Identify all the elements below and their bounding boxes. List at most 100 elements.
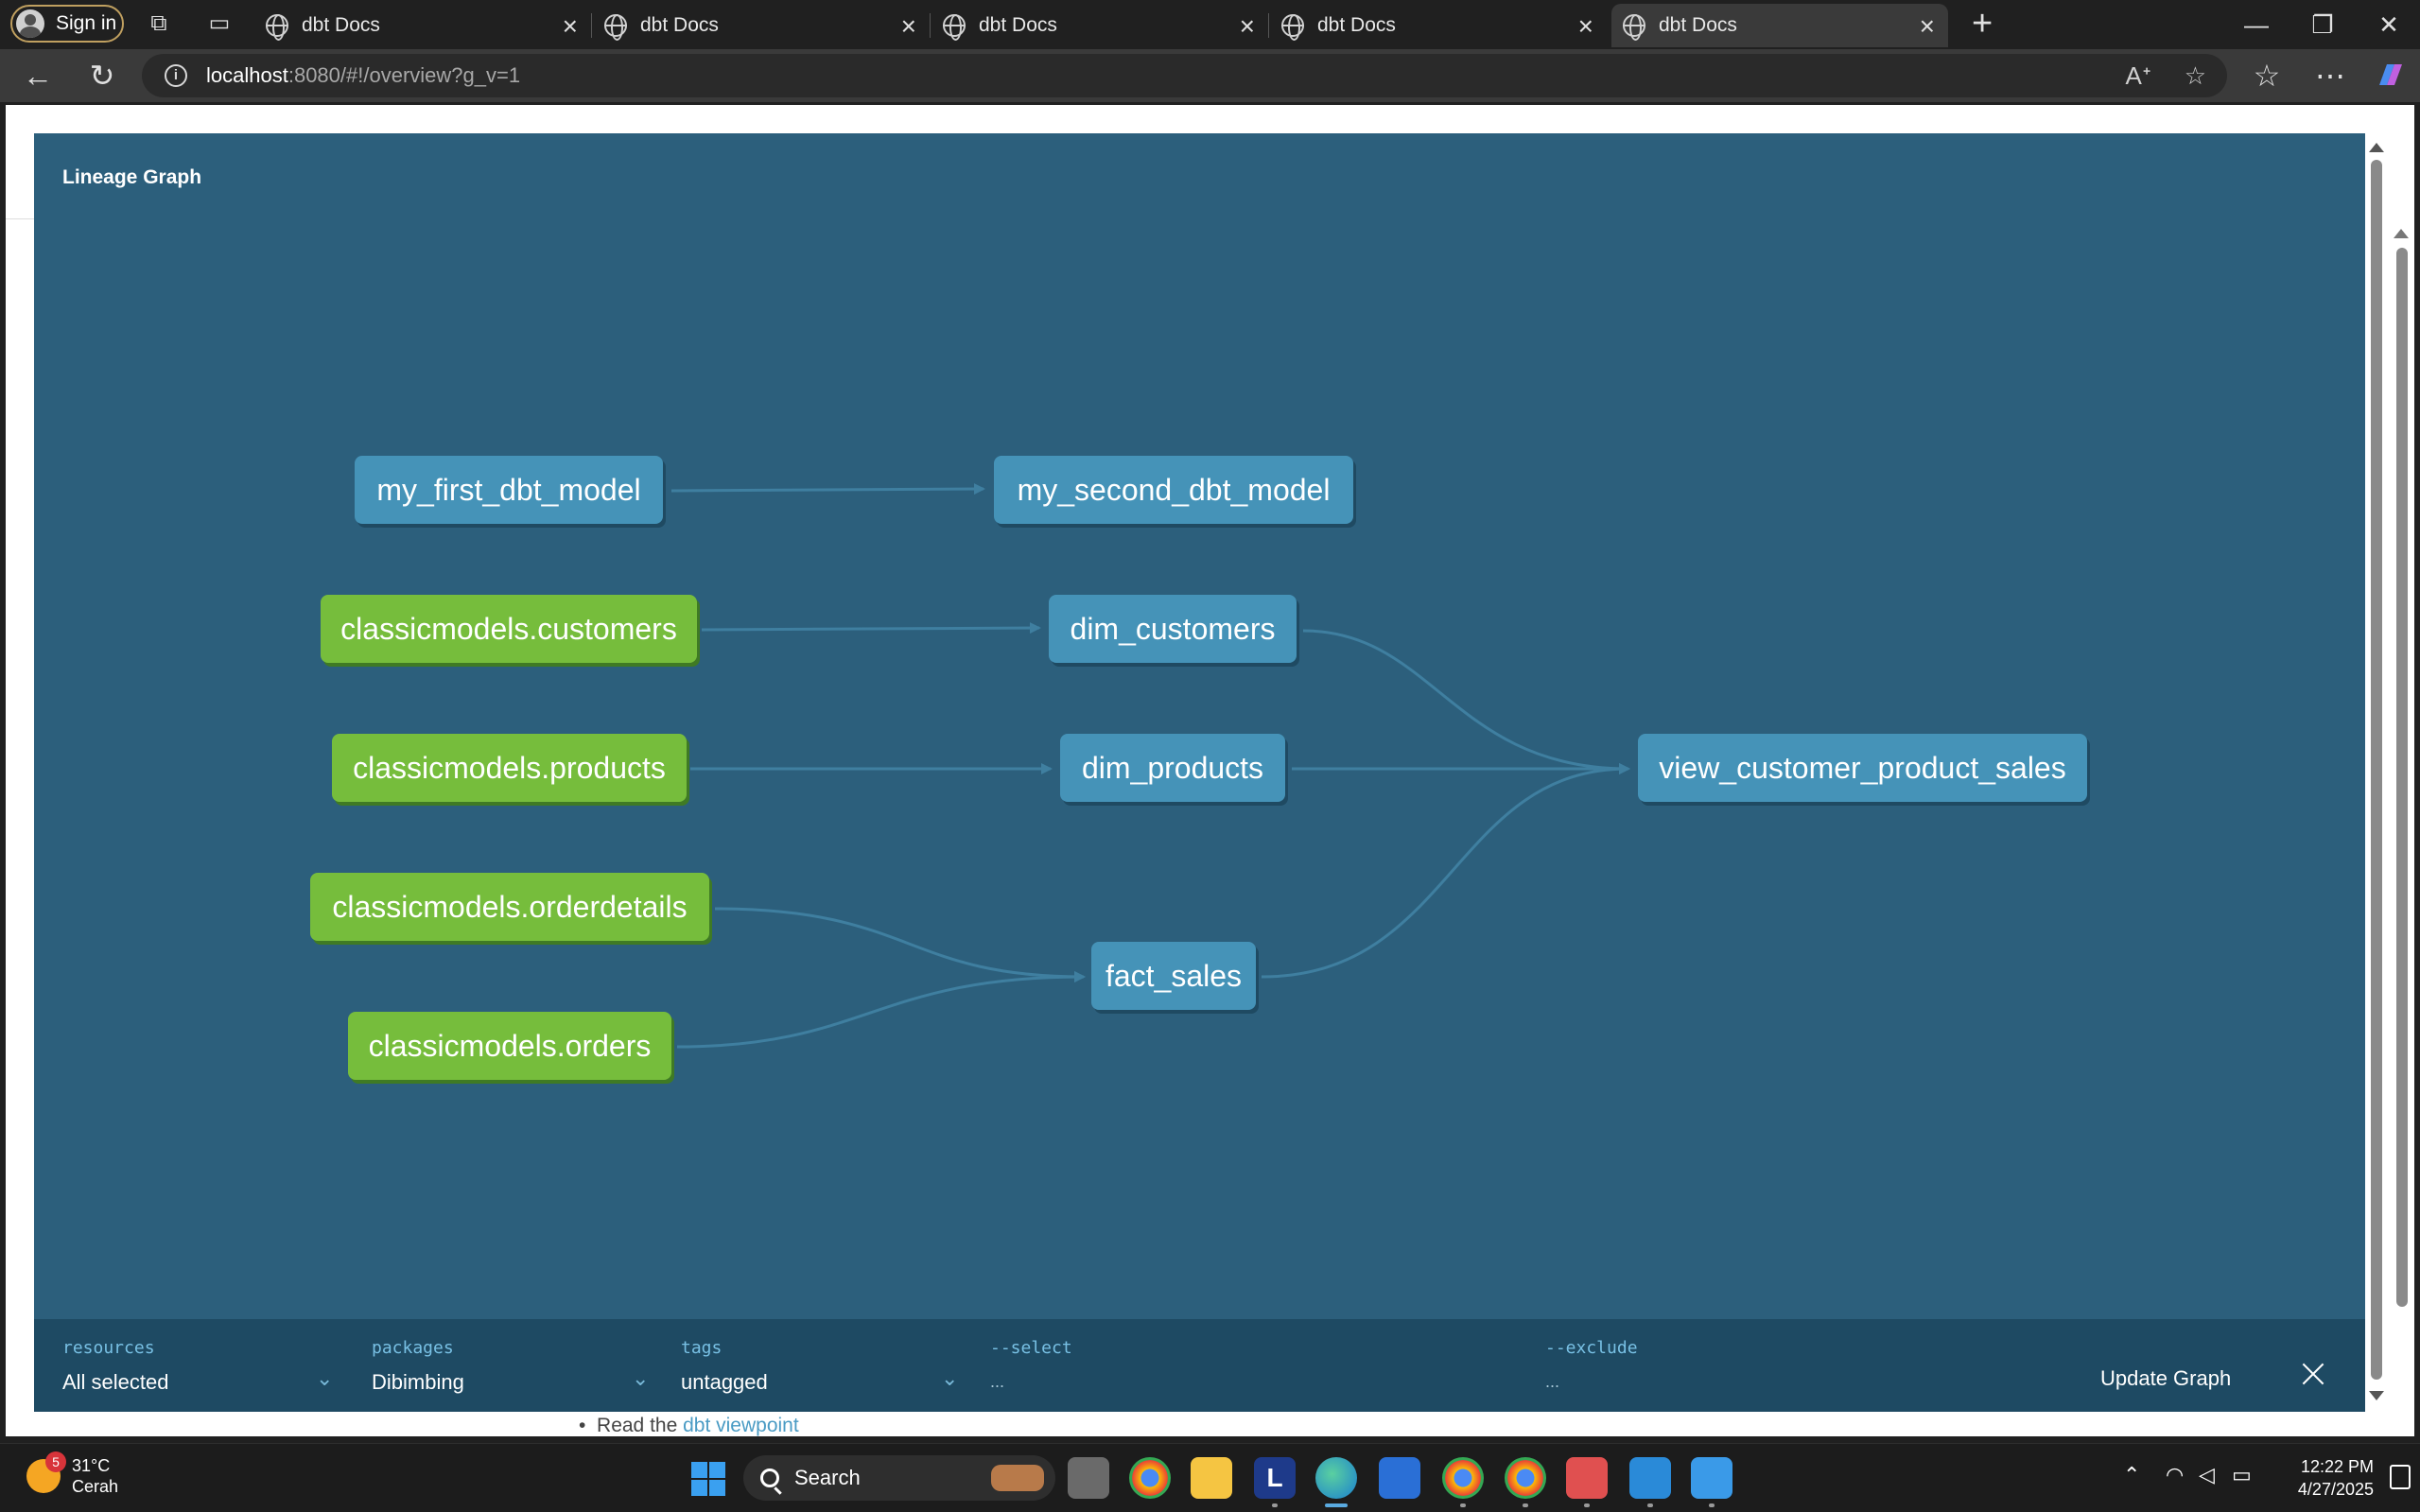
page-scrollbar[interactable]: [2391, 219, 2413, 1439]
browser-toolbar: ← ↻ i localhost :8080/#!/overview?g_v=1 …: [0, 49, 2420, 102]
windows-taskbar: 5 31°C Cerah Search L ⌃ ◠ ◁ ▭ 12:22 PM 4…: [0, 1443, 2420, 1512]
notifications-icon[interactable]: [2390, 1465, 2411, 1489]
graph-filter-bar: resources All selected ⌄ packages Dibimb…: [34, 1319, 2365, 1412]
scrollbar-thumb[interactable]: [2371, 160, 2382, 1380]
edge-icon[interactable]: [1315, 1457, 1357, 1507]
packages-value[interactable]: Dibimbing: [372, 1370, 464, 1395]
chrome-icon[interactable]: [1129, 1457, 1171, 1499]
close-graph-icon[interactable]: [2300, 1361, 2326, 1387]
scroll-up-icon[interactable]: [2394, 229, 2409, 238]
app-pen-icon[interactable]: [1379, 1457, 1420, 1499]
snipping-tool-icon[interactable]: [1566, 1457, 1608, 1507]
sign-in-button[interactable]: Sign in: [10, 5, 124, 43]
read-aloud-icon[interactable]: Aᐩ: [2126, 61, 2151, 91]
restore-icon[interactable]: ❐: [2294, 6, 2351, 43]
vscode-icon[interactable]: [1629, 1457, 1671, 1507]
scroll-up-icon[interactable]: [2369, 143, 2384, 152]
close-tab-icon[interactable]: ×: [1920, 11, 1935, 42]
resources-value[interactable]: All selected: [62, 1370, 169, 1395]
lineage-graph-canvas[interactable]: my_first_dbt_model my_second_dbt_model c…: [34, 133, 2365, 1319]
tags-value[interactable]: untagged: [681, 1370, 768, 1395]
system-clock[interactable]: 12:22 PM 4/27/2025: [2279, 1455, 2374, 1501]
close-tab-icon[interactable]: ×: [1240, 11, 1255, 42]
edge-fact-to-view: [1261, 763, 1630, 979]
file-explorer-icon[interactable]: [1191, 1457, 1232, 1499]
minimize-icon[interactable]: —: [2228, 6, 2285, 43]
wifi-icon[interactable]: ◠: [2166, 1463, 2184, 1487]
tab-divider: [930, 13, 931, 38]
copilot-icon[interactable]: [2371, 59, 2409, 93]
node-view-customer-product-sales[interactable]: view_customer_product_sales: [1638, 734, 2087, 802]
close-tab-icon[interactable]: ×: [563, 11, 578, 42]
browser-tab-1[interactable]: dbt Docs ×: [254, 4, 592, 47]
show-hidden-icons-icon[interactable]: ⌃: [2123, 1463, 2140, 1487]
notepad-icon[interactable]: [1691, 1457, 1732, 1507]
update-graph-button[interactable]: Update Graph: [2100, 1366, 2231, 1391]
tab-divider: [591, 13, 592, 38]
scroll-down-icon[interactable]: [2369, 1391, 2384, 1400]
chevron-down-icon[interactable]: ⌄: [941, 1366, 958, 1391]
favorite-star-icon[interactable]: ☆: [2185, 61, 2206, 91]
resources-label: resources: [62, 1338, 155, 1358]
workspaces-icon[interactable]: ⧉: [147, 11, 171, 36]
tab-title: dbt Docs: [979, 14, 1057, 36]
modal-scrollbar[interactable]: [2365, 133, 2388, 1412]
modal-title: Lineage Graph: [62, 166, 202, 188]
edge-first-to-second: [670, 483, 985, 495]
packages-label: packages: [372, 1338, 454, 1358]
node-my-second-dbt-model[interactable]: my_second_dbt_model: [994, 456, 1353, 524]
more-menu-icon[interactable]: ⋯: [2311, 59, 2349, 93]
node-dim-customers[interactable]: dim_customers: [1049, 595, 1297, 663]
globe-icon: [1281, 14, 1304, 41]
close-window-icon[interactable]: ✕: [2360, 6, 2417, 43]
tags-label: tags: [681, 1338, 723, 1358]
volume-icon[interactable]: ◁: [2199, 1463, 2215, 1487]
site-info-icon[interactable]: i: [165, 64, 187, 87]
weather-sun-icon: 5: [26, 1451, 66, 1493]
search-icon: [760, 1469, 779, 1487]
favorites-icon[interactable]: ☆: [2248, 59, 2286, 93]
taskbar-search[interactable]: Search: [743, 1455, 1055, 1501]
tab-title: dbt Docs: [302, 14, 380, 36]
weather-badge: 5: [45, 1451, 66, 1472]
start-windows-icon[interactable]: [691, 1462, 725, 1496]
tab-divider: [1268, 13, 1269, 38]
node-source-customers[interactable]: classicmodels.customers: [321, 595, 697, 663]
temperature: 31°C: [72, 1456, 111, 1475]
close-tab-icon[interactable]: ×: [901, 11, 916, 42]
node-my-first-dbt-model[interactable]: my_first_dbt_model: [355, 456, 663, 524]
globe-icon: [943, 14, 966, 41]
battery-icon[interactable]: ▭: [2232, 1463, 2252, 1487]
node-source-orders[interactable]: classicmodels.orders: [348, 1012, 671, 1080]
close-tab-icon[interactable]: ×: [1578, 11, 1593, 42]
globe-icon: [266, 14, 288, 41]
browser-tab-2[interactable]: dbt Docs ×: [593, 4, 931, 47]
scrollbar-thumb[interactable]: [2396, 248, 2408, 1307]
node-dim-products[interactable]: dim_products: [1060, 734, 1285, 802]
vertical-tabs-icon[interactable]: ▭: [207, 11, 232, 36]
select-input[interactable]: ...: [990, 1372, 1004, 1392]
weather-widget[interactable]: 5 31°C Cerah: [26, 1451, 118, 1497]
dbt-viewpoint-link[interactable]: dbt viewpoint: [683, 1415, 799, 1436]
refresh-icon[interactable]: ↻: [83, 59, 121, 93]
lineage-edges: [670, 483, 1630, 1049]
browser-tab-5-active[interactable]: dbt Docs ×: [1611, 4, 1948, 47]
node-fact-sales[interactable]: fact_sales: [1091, 942, 1256, 1010]
exclude-input[interactable]: ...: [1545, 1372, 1559, 1392]
browser-tab-4[interactable]: dbt Docs ×: [1270, 4, 1607, 47]
node-source-orderdetails[interactable]: classicmodels.orderdetails: [310, 873, 709, 941]
profile-avatar-icon: [16, 9, 44, 38]
tab-title: dbt Docs: [1317, 14, 1396, 36]
app-l-icon[interactable]: L: [1254, 1457, 1296, 1507]
chrome-profile-icon[interactable]: [1442, 1457, 1484, 1507]
chevron-down-icon[interactable]: ⌄: [316, 1366, 333, 1391]
chrome-profile-2-icon[interactable]: [1505, 1457, 1546, 1507]
chevron-down-icon[interactable]: ⌄: [632, 1366, 649, 1391]
task-view-icon[interactable]: [1068, 1457, 1109, 1499]
url-path: :8080/#!/overview?g_v=1: [287, 63, 521, 87]
node-source-products[interactable]: classicmodels.products: [332, 734, 687, 802]
browser-tab-3[interactable]: dbt Docs ×: [931, 4, 1269, 47]
new-tab-icon[interactable]: +: [1972, 4, 1993, 44]
address-bar[interactable]: i localhost :8080/#!/overview?g_v=1 Aᐩ ☆: [142, 54, 2227, 97]
back-arrow-icon[interactable]: ←: [19, 59, 57, 93]
